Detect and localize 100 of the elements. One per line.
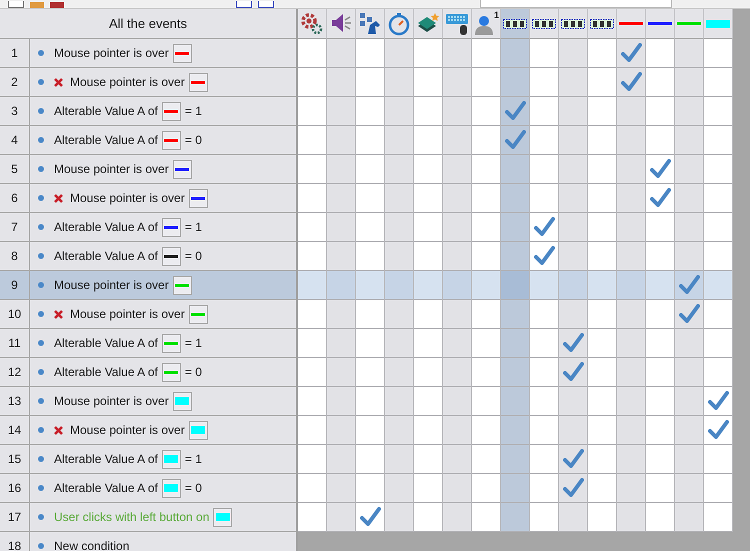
grid-cell[interactable]	[646, 155, 675, 184]
grid-cell[interactable]	[559, 503, 588, 532]
event-row[interactable]: 17 User clicks with left button on	[0, 503, 296, 532]
grid-cell[interactable]	[559, 68, 588, 97]
grid-cell[interactable]	[704, 445, 733, 474]
grid-cell[interactable]	[443, 184, 472, 213]
grid-cell[interactable]	[617, 39, 646, 68]
grid-cell[interactable]	[588, 213, 617, 242]
grid-cell[interactable]	[472, 445, 501, 474]
grid-cell[interactable]	[501, 358, 530, 387]
grid-cell[interactable]	[298, 474, 327, 503]
grid-cell[interactable]	[617, 416, 646, 445]
grid-cell[interactable]	[646, 68, 675, 97]
grid-cell[interactable]	[646, 503, 675, 532]
grid-cell[interactable]	[327, 271, 356, 300]
grid-cell[interactable]	[617, 271, 646, 300]
grid-cell[interactable]	[385, 184, 414, 213]
grid-cell[interactable]	[356, 271, 385, 300]
grid-cell[interactable]	[443, 503, 472, 532]
grid-cell[interactable]	[443, 68, 472, 97]
column-header[interactable]	[414, 9, 443, 39]
grid-cell[interactable]	[298, 213, 327, 242]
grid-cell[interactable]	[704, 329, 733, 358]
grid-cell[interactable]	[385, 329, 414, 358]
grid-cell[interactable]	[356, 300, 385, 329]
grid-cell[interactable]	[704, 184, 733, 213]
column-header[interactable]	[327, 9, 356, 39]
grid-cell[interactable]	[704, 155, 733, 184]
grid-cell[interactable]	[704, 39, 733, 68]
grid-cell[interactable]	[356, 242, 385, 271]
grid-cell[interactable]	[443, 416, 472, 445]
column-header[interactable]	[298, 9, 327, 39]
grid-cell[interactable]	[588, 445, 617, 474]
grid-cell[interactable]	[327, 97, 356, 126]
grid-cell[interactable]	[559, 213, 588, 242]
grid-cell[interactable]	[414, 300, 443, 329]
grid-cell[interactable]	[327, 329, 356, 358]
grid-cell[interactable]	[617, 155, 646, 184]
grid-cell[interactable]	[472, 242, 501, 271]
grid-cell[interactable]	[443, 155, 472, 184]
grid-cell[interactable]	[443, 242, 472, 271]
grid-cell[interactable]	[327, 242, 356, 271]
grid-cell[interactable]	[385, 39, 414, 68]
grid-cell[interactable]	[617, 445, 646, 474]
grid-cell[interactable]	[530, 97, 559, 126]
toolbar-icon[interactable]	[8, 1, 24, 8]
grid-cell[interactable]	[704, 387, 733, 416]
grid-cell[interactable]	[588, 242, 617, 271]
grid-cell[interactable]	[646, 445, 675, 474]
grid-cell[interactable]	[298, 387, 327, 416]
grid-cell[interactable]	[414, 126, 443, 155]
grid-cell[interactable]	[704, 358, 733, 387]
grid-cell[interactable]	[356, 503, 385, 532]
grid-cell[interactable]	[414, 242, 443, 271]
grid-cell[interactable]	[530, 68, 559, 97]
grid-cell[interactable]	[501, 387, 530, 416]
column-header[interactable]	[559, 9, 588, 39]
grid-cell[interactable]	[298, 126, 327, 155]
grid-cell[interactable]	[472, 155, 501, 184]
grid-cell[interactable]	[559, 416, 588, 445]
grid-cell[interactable]	[530, 242, 559, 271]
grid-cell[interactable]	[298, 97, 327, 126]
grid-cell[interactable]	[385, 387, 414, 416]
grid-cell[interactable]	[588, 184, 617, 213]
grid-cell[interactable]	[356, 213, 385, 242]
grid-cell[interactable]	[501, 300, 530, 329]
event-row[interactable]: 14 Mouse pointer is over	[0, 416, 296, 445]
grid-cell[interactable]	[675, 155, 704, 184]
grid-cell[interactable]	[530, 271, 559, 300]
grid-cell[interactable]	[414, 97, 443, 126]
grid-cell[interactable]	[530, 358, 559, 387]
grid-cell[interactable]	[704, 503, 733, 532]
grid-cell[interactable]	[385, 358, 414, 387]
grid-cell[interactable]	[414, 68, 443, 97]
grid-cell[interactable]	[385, 126, 414, 155]
grid-cell[interactable]	[617, 503, 646, 532]
grid-cell[interactable]	[559, 184, 588, 213]
grid-cell[interactable]	[501, 329, 530, 358]
grid-cell[interactable]	[472, 416, 501, 445]
grid-cell[interactable]	[356, 329, 385, 358]
grid-cell[interactable]	[472, 68, 501, 97]
grid-cell[interactable]	[298, 155, 327, 184]
grid-cell[interactable]	[530, 416, 559, 445]
event-row[interactable]: 13 Mouse pointer is over	[0, 387, 296, 416]
event-row[interactable]: 9 Mouse pointer is over	[0, 271, 296, 300]
grid-cell[interactable]	[530, 155, 559, 184]
grid-cell[interactable]	[385, 213, 414, 242]
grid-cell[interactable]	[617, 358, 646, 387]
grid-cell[interactable]	[356, 184, 385, 213]
grid-cell[interactable]	[443, 387, 472, 416]
grid-cell[interactable]	[356, 97, 385, 126]
grid-cell[interactable]	[443, 300, 472, 329]
event-row[interactable]: 12 Alterable Value A of = 0	[0, 358, 296, 387]
grid-cell[interactable]	[327, 300, 356, 329]
event-row[interactable]: 15 Alterable Value A of = 1	[0, 445, 296, 474]
event-row[interactable]: 4 Alterable Value A of = 0	[0, 126, 296, 155]
grid-cell[interactable]	[675, 213, 704, 242]
event-row[interactable]: 3 Alterable Value A of = 1	[0, 97, 296, 126]
grid-cell[interactable]	[559, 474, 588, 503]
grid-cell[interactable]	[530, 300, 559, 329]
